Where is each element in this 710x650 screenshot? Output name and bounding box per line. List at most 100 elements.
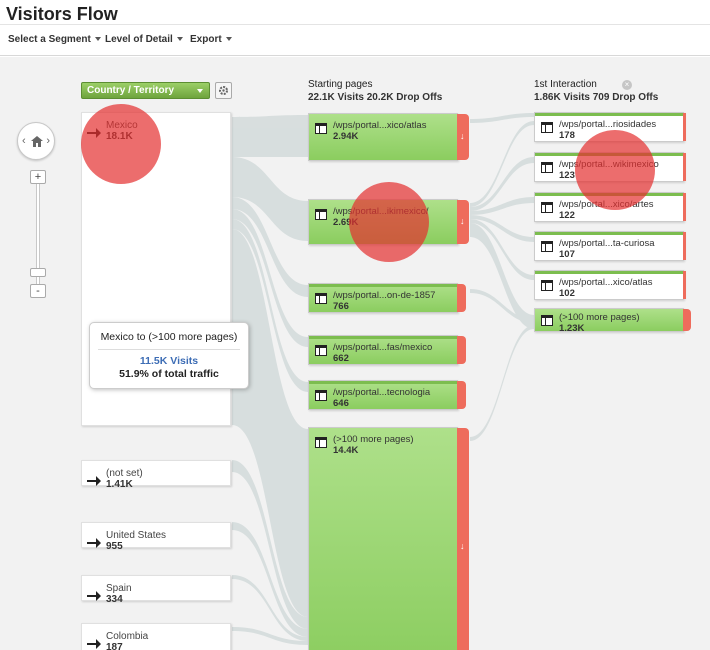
starting-page-node[interactable]: /wps/portal...fas/mexico 662 xyxy=(308,335,466,365)
page-visits: 107 xyxy=(559,249,575,260)
country-visits: 18.1K xyxy=(106,131,133,142)
starting-page-node[interactable]: /wps/portal...tecnologia 646 xyxy=(308,380,466,410)
page-name: /wps/portal...ikimexico/ xyxy=(333,206,429,217)
interaction-page-node[interactable]: (>100 more pages) 1.23K xyxy=(534,308,691,334)
page-icon xyxy=(541,162,553,173)
starting-pages-stats: 22.1K Visits 20.2K Drop Offs xyxy=(308,92,443,103)
chevron-down-icon xyxy=(176,37,183,42)
page-name: /wps/portal...tecnologia xyxy=(333,387,431,398)
chevron-down-icon xyxy=(225,37,232,42)
page-node-bar xyxy=(309,336,457,339)
country-visits: 334 xyxy=(106,594,123,605)
home-icon xyxy=(31,136,43,147)
close-column-icon[interactable]: × xyxy=(622,80,632,90)
interaction-page-node[interactable]: /wps/portal...wikimexico 123 xyxy=(534,152,686,182)
dropoff-bar[interactable] xyxy=(683,309,691,331)
pan-right-icon[interactable]: › xyxy=(46,135,50,147)
settings-button[interactable] xyxy=(215,82,232,99)
dropoff-bar[interactable] xyxy=(683,113,686,141)
tooltip-visits: 11.5K Visits xyxy=(139,355,199,367)
export-menu[interactable]: Export xyxy=(190,34,232,45)
page-visits: 14.4K xyxy=(333,445,359,456)
starting-page-node[interactable]: /wps/portal...ikimexico/2.69K ↓ xyxy=(308,199,469,245)
country-visits: 187 xyxy=(106,642,123,650)
zoom-in-button[interactable]: + xyxy=(30,170,46,184)
dropoff-bar[interactable] xyxy=(457,381,466,409)
dropoff-bar[interactable]: ↓ xyxy=(457,200,469,244)
dimension-select-label: Country / Territory xyxy=(87,85,175,96)
tooltip-title: Mexico to (>100 more pages) xyxy=(98,331,240,350)
interaction-page-node[interactable]: /wps/portal...riosidades 178 xyxy=(534,112,686,142)
page-node-bar xyxy=(535,193,683,196)
dropoff-bar[interactable]: ↓ xyxy=(457,428,469,650)
page-name: /wps/portal...xico/artes xyxy=(559,199,654,210)
level-of-detail-label: Level of Detail xyxy=(105,34,173,45)
country-visits: 1.41K xyxy=(106,479,133,490)
page-visits: 102 xyxy=(559,288,575,299)
page-icon xyxy=(541,280,553,291)
page-icon xyxy=(315,390,327,401)
page-icon xyxy=(541,202,553,213)
interaction-page-node[interactable]: /wps/portal...ta-curiosa 107 xyxy=(534,231,686,261)
country-name: Mexico xyxy=(106,120,138,131)
starting-page-node[interactable]: /wps/portal...on-de-1857 766 xyxy=(308,283,466,313)
page-name: /wps/portal...fas/mexico xyxy=(333,342,433,353)
starting-page-node[interactable]: /wps/portal...xico/atlas 2.94K ↓ xyxy=(308,113,469,161)
page-visits: 1.23K xyxy=(559,323,585,334)
level-of-detail-menu[interactable]: Level of Detail xyxy=(105,34,183,45)
page-icon xyxy=(541,241,553,252)
page-name: /wps/portal...wikimexico xyxy=(559,159,659,170)
page-visits: 2.69K xyxy=(333,217,359,228)
dropoff-bar[interactable] xyxy=(683,271,686,299)
flow-canvas[interactable]: ‹ › + - Country / Territory Starting pag… xyxy=(0,57,710,650)
chevron-down-icon xyxy=(94,37,101,42)
entrance-arrow-icon xyxy=(87,128,101,138)
page-visits: 178 xyxy=(559,130,575,141)
page-visits: 123 xyxy=(559,170,575,181)
dimension-select[interactable]: Country / Territory xyxy=(81,82,210,99)
country-visits: 955 xyxy=(106,541,123,552)
interaction-page-node[interactable]: /wps/portal...xico/atlas 102 xyxy=(534,270,686,300)
pan-left-icon[interactable]: ‹ xyxy=(22,135,26,147)
dropoff-bar[interactable] xyxy=(683,232,686,260)
flow-mexico-atlas xyxy=(232,115,308,157)
entrance-arrow-icon xyxy=(87,639,101,649)
pan-home-button[interactable]: ‹ › xyxy=(17,122,55,160)
dropoff-bar[interactable] xyxy=(457,284,466,312)
page-visits: 766 xyxy=(333,301,349,312)
dropoff-bar[interactable] xyxy=(683,193,686,221)
page-node-bar xyxy=(535,113,683,116)
chevron-down-icon xyxy=(197,89,203,93)
interaction-page-node[interactable]: /wps/portal...xico/artes 122 xyxy=(534,192,686,222)
page-node-bar xyxy=(535,232,683,235)
page-icon xyxy=(315,209,327,220)
zoom-slider-handle[interactable] xyxy=(30,268,46,277)
country-node[interactable]: (not set) 1.41K xyxy=(81,460,231,490)
dropoff-bar[interactable] xyxy=(683,153,686,181)
entrance-arrow-icon xyxy=(87,476,101,486)
first-interaction-title: 1st Interaction xyxy=(534,79,597,90)
page-node-bar xyxy=(309,284,457,287)
page-name: (>100 more pages) xyxy=(559,312,640,323)
dropoff-arrow-icon: ↓ xyxy=(460,131,465,141)
country-node[interactable]: Colombia 187 xyxy=(81,623,231,650)
page-icon xyxy=(541,315,553,326)
page-node-bar xyxy=(535,153,683,156)
flow-atlas-int xyxy=(470,113,534,123)
country-node[interactable]: Spain 334 xyxy=(81,575,231,605)
country-node[interactable]: United States 955 xyxy=(81,522,231,552)
country-name: Spain xyxy=(106,583,132,594)
page-name: /wps/portal...on-de-1857 xyxy=(333,290,436,301)
page-name: /wps/portal...xico/atlas xyxy=(559,277,653,288)
dropoff-arrow-icon: ↓ xyxy=(460,541,465,551)
entrance-arrow-icon xyxy=(87,538,101,548)
select-segment-menu[interactable]: Select a Segment xyxy=(8,34,101,45)
flow-tooltip: Mexico to (>100 more pages) 11.5K Visits… xyxy=(89,322,249,389)
country-name: (not set) xyxy=(106,468,143,479)
page-name: (>100 more pages) xyxy=(333,434,414,445)
zoom-out-button[interactable]: - xyxy=(30,284,46,298)
country-name: United States xyxy=(106,530,167,541)
starting-page-node[interactable]: (>100 more pages) 14.4K ↓ xyxy=(308,427,469,650)
dropoff-bar[interactable] xyxy=(457,336,466,364)
dropoff-bar[interactable]: ↓ xyxy=(457,114,469,160)
